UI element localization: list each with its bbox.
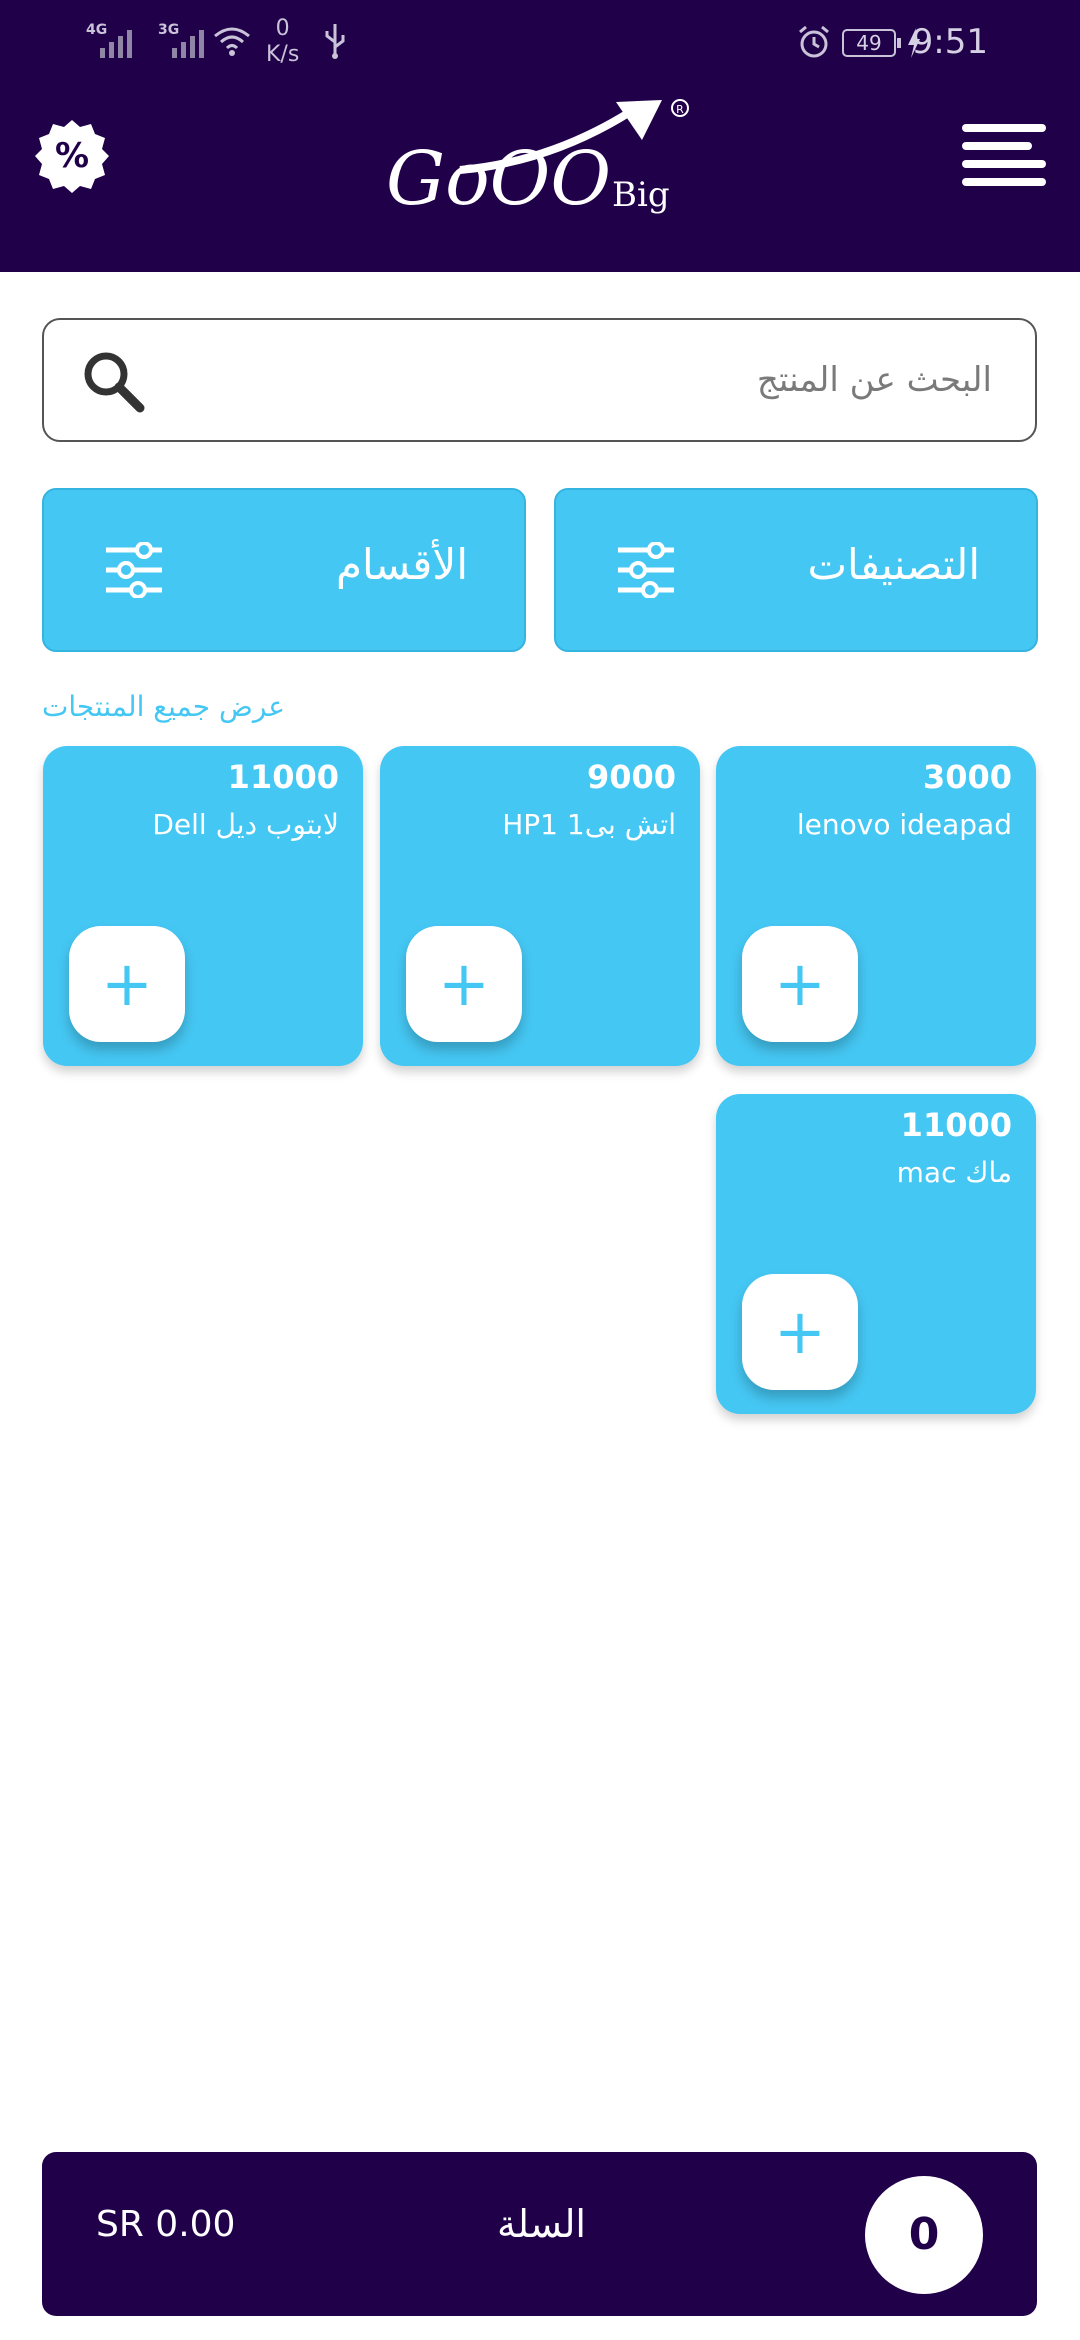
product-name: ماك mac (896, 1156, 1012, 1189)
app-logo: GoOO R Big (386, 99, 689, 222)
product-price: 11000 (900, 1106, 1012, 1144)
product-card[interactable]: 11000 ماك mac + (716, 1094, 1036, 1414)
network-type-2: 3G (158, 22, 180, 38)
product-name: لابتوب ديل Dell (152, 808, 339, 841)
discount-badge-icon[interactable]: % (34, 118, 110, 194)
product-name: lenovo ideapad (796, 808, 1012, 841)
search-bar[interactable] (42, 318, 1037, 442)
product-card[interactable]: 9000 اتش بى1 HP1 + (380, 746, 700, 1066)
product-price: 3000 (922, 758, 1012, 796)
add-to-cart-button[interactable]: + (406, 926, 522, 1042)
app-header: 4G 3G 0 K/s 49 9:51 % GoOO R Big (0, 0, 1080, 272)
add-to-cart-button[interactable]: + (742, 1274, 858, 1390)
search-icon[interactable] (80, 348, 146, 414)
network-speed: 0 K/s (266, 16, 299, 68)
view-all-products-link[interactable]: عرض جميع المنتجات (42, 690, 285, 723)
speed-unit: K/s (266, 42, 300, 67)
cart-bar[interactable]: SR 0.00 السلة 0 (42, 2152, 1037, 2316)
logo-text: GoOO (386, 136, 611, 222)
cart-total: SR 0.00 (96, 2204, 236, 2245)
classifications-label: التصنيفات (807, 540, 981, 589)
signal-icon-1: 4G (86, 22, 132, 58)
clock: 9:51 (911, 22, 988, 62)
menu-button[interactable] (962, 124, 1050, 188)
cart-count-badge: 0 (865, 2176, 983, 2294)
add-to-cart-button[interactable]: + (742, 926, 858, 1042)
search-input[interactable] (164, 334, 1004, 426)
svg-text:R: R (676, 103, 684, 116)
sliders-icon (618, 542, 674, 598)
battery-indicator: 49 (842, 29, 901, 57)
speed-value: 0 (275, 16, 290, 41)
menu-icon-bar (962, 124, 1046, 132)
menu-icon-bar (962, 142, 1032, 150)
menu-icon-bar (962, 160, 1046, 168)
signal-icon-2: 3G (158, 22, 204, 58)
sections-button[interactable]: الأقسام (42, 488, 526, 652)
usb-icon (325, 24, 345, 59)
classifications-button[interactable]: التصنيفات (554, 488, 1038, 652)
logo-subtext: Big (612, 175, 670, 215)
sliders-icon (106, 542, 162, 598)
product-price: 11000 (227, 758, 339, 796)
product-price: 9000 (586, 758, 676, 796)
network-type-1: 4G (86, 22, 108, 38)
add-to-cart-button[interactable]: + (69, 926, 185, 1042)
svg-text:%: % (55, 136, 89, 176)
status-bar: 4G 3G 0 K/s 49 9:51 (0, 0, 1080, 84)
product-card[interactable]: 11000 لابتوب ديل Dell + (43, 746, 363, 1066)
alarm-icon (799, 25, 829, 58)
sections-label: الأقسام (336, 540, 468, 589)
wifi-icon (214, 27, 250, 56)
product-card[interactable]: 3000 lenovo ideapad + (716, 746, 1036, 1066)
product-name: اتش بى1 HP1 (502, 808, 676, 841)
menu-icon-bar (962, 178, 1046, 186)
cart-title: السلة (497, 2202, 586, 2246)
